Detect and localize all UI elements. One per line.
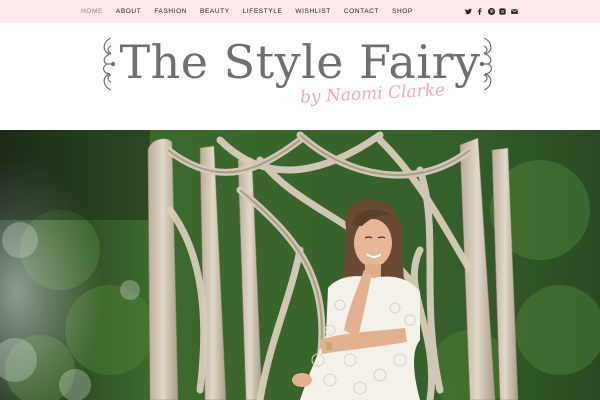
nav-about[interactable]: ABOUT <box>116 8 141 15</box>
nav-shop[interactable]: SHOP <box>392 8 413 15</box>
twitter-icon[interactable] <box>464 8 472 16</box>
nav-fashion[interactable]: FASHION <box>154 8 187 15</box>
right-flourish-icon <box>479 37 492 91</box>
nav-beauty[interactable]: BEAUTY <box>200 8 230 15</box>
nav-lifestyle[interactable]: LIFESTYLE <box>243 8 283 15</box>
site-header: The Style Fairy by Naomi Clarke <box>0 23 600 130</box>
site-title[interactable]: The Style Fairy <box>0 35 600 89</box>
pinterest-icon[interactable] <box>487 8 495 16</box>
nav-home[interactable]: HOME <box>81 8 103 15</box>
instagram-icon[interactable] <box>499 8 507 16</box>
hero-image <box>0 130 600 400</box>
top-nav-bar: HOME ABOUT FASHION BEAUTY LIFESTYLE WISH… <box>0 0 600 23</box>
facebook-icon[interactable] <box>476 8 484 16</box>
nav-wishlist[interactable]: WISHLIST <box>295 8 331 15</box>
social-links <box>461 0 519 23</box>
hero-photo <box>0 130 600 400</box>
email-icon[interactable] <box>510 8 518 16</box>
main-nav: HOME ABOUT FASHION BEAUTY LIFESTYLE WISH… <box>81 0 426 23</box>
nav-contact[interactable]: CONTACT <box>344 8 379 15</box>
